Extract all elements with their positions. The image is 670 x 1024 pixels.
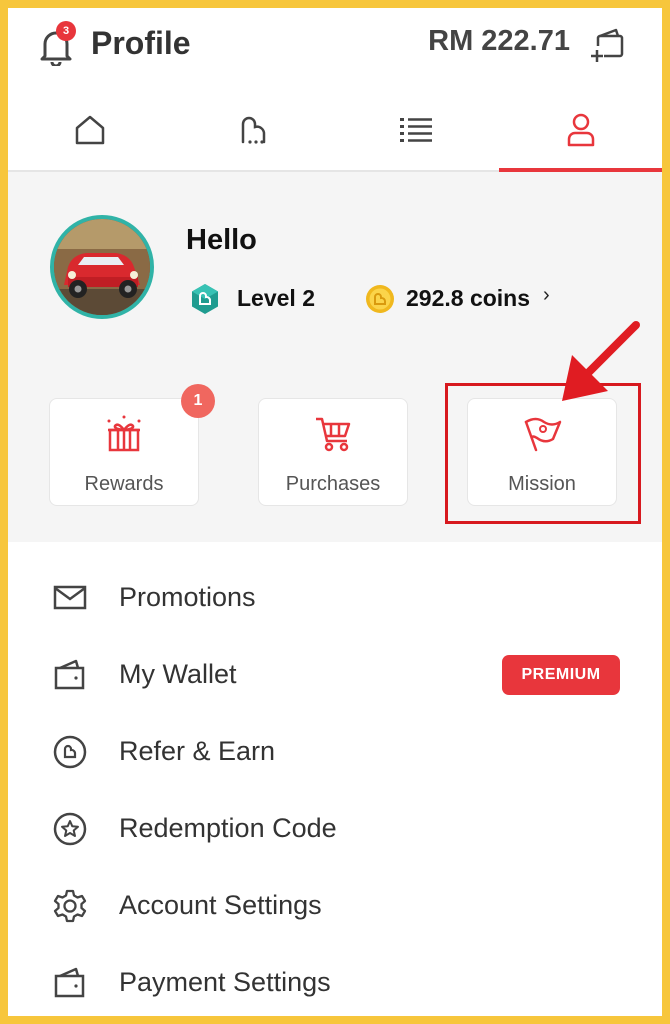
wallet-icon bbox=[54, 659, 85, 690]
menu-item-refer[interactable]: Refer & Earn bbox=[8, 716, 662, 793]
menu-item-wallet[interactable]: My Wallet PREMIUM bbox=[8, 639, 662, 716]
gift-icon bbox=[107, 415, 141, 452]
page-title: Profile bbox=[91, 25, 191, 61]
avatar[interactable] bbox=[50, 215, 154, 319]
wallet-icon bbox=[54, 967, 85, 998]
user-icon bbox=[567, 113, 594, 147]
header: 3 Profile RM 222.71 bbox=[8, 8, 662, 90]
tab-orders[interactable] bbox=[334, 90, 497, 170]
refer-coin-icon bbox=[53, 735, 87, 769]
notification-badge: 3 bbox=[56, 21, 76, 41]
mail-icon bbox=[53, 585, 87, 610]
user-level: Level 2 bbox=[237, 285, 315, 311]
gear-icon bbox=[53, 889, 87, 923]
rewards-label: Rewards bbox=[84, 473, 164, 495]
star-circle-icon bbox=[53, 812, 87, 846]
wallet-topup-icon[interactable] bbox=[588, 26, 628, 64]
premium-badge: PREMIUM bbox=[502, 655, 620, 695]
menu-label: Promotions bbox=[119, 582, 256, 612]
coupon-icon bbox=[241, 116, 265, 144]
wallet-balance[interactable]: RM 222.71 bbox=[428, 25, 570, 58]
purchases-card[interactable]: Purchases bbox=[258, 398, 408, 506]
cart-icon bbox=[316, 417, 351, 452]
avatar-car-image bbox=[54, 219, 150, 315]
list-icon bbox=[399, 118, 432, 142]
rewards-badge: 1 bbox=[181, 384, 215, 418]
greeting: Hello bbox=[186, 224, 257, 256]
menu-label: Redemption Code bbox=[119, 813, 337, 843]
tab-bar bbox=[8, 90, 662, 172]
coin-balance[interactable]: 292.8 coins bbox=[406, 285, 530, 312]
menu-label: My Wallet bbox=[119, 659, 237, 689]
red-arrow-icon bbox=[562, 321, 640, 401]
tab-home[interactable] bbox=[8, 90, 171, 170]
home-icon bbox=[75, 115, 104, 145]
screen-frame: 3 Profile RM 222.71 Hello Level 2 292.8 … bbox=[0, 0, 670, 1024]
menu-label: Refer & Earn bbox=[119, 736, 276, 766]
level-badge-icon bbox=[192, 284, 218, 314]
menu-item-redemption[interactable]: Redemption Code bbox=[8, 793, 662, 870]
purchases-label: Purchases bbox=[285, 473, 381, 495]
profile-section: Hello Level 2 292.8 coins › Rewards 1 Pu… bbox=[8, 172, 662, 542]
chevron-right-icon[interactable]: › bbox=[543, 284, 550, 307]
tab-profile[interactable] bbox=[499, 90, 662, 172]
rewards-card[interactable]: Rewards bbox=[49, 398, 199, 506]
menu-label: Payment Settings bbox=[119, 967, 331, 997]
menu-item-promotions[interactable]: Promotions bbox=[8, 562, 662, 639]
tab-vouchers[interactable] bbox=[171, 90, 334, 170]
coin-icon bbox=[366, 285, 394, 313]
menu-item-payment-settings[interactable]: Payment Settings bbox=[8, 947, 662, 1016]
menu-label: Account Settings bbox=[119, 890, 322, 920]
menu-item-account-settings[interactable]: Account Settings bbox=[8, 870, 662, 947]
